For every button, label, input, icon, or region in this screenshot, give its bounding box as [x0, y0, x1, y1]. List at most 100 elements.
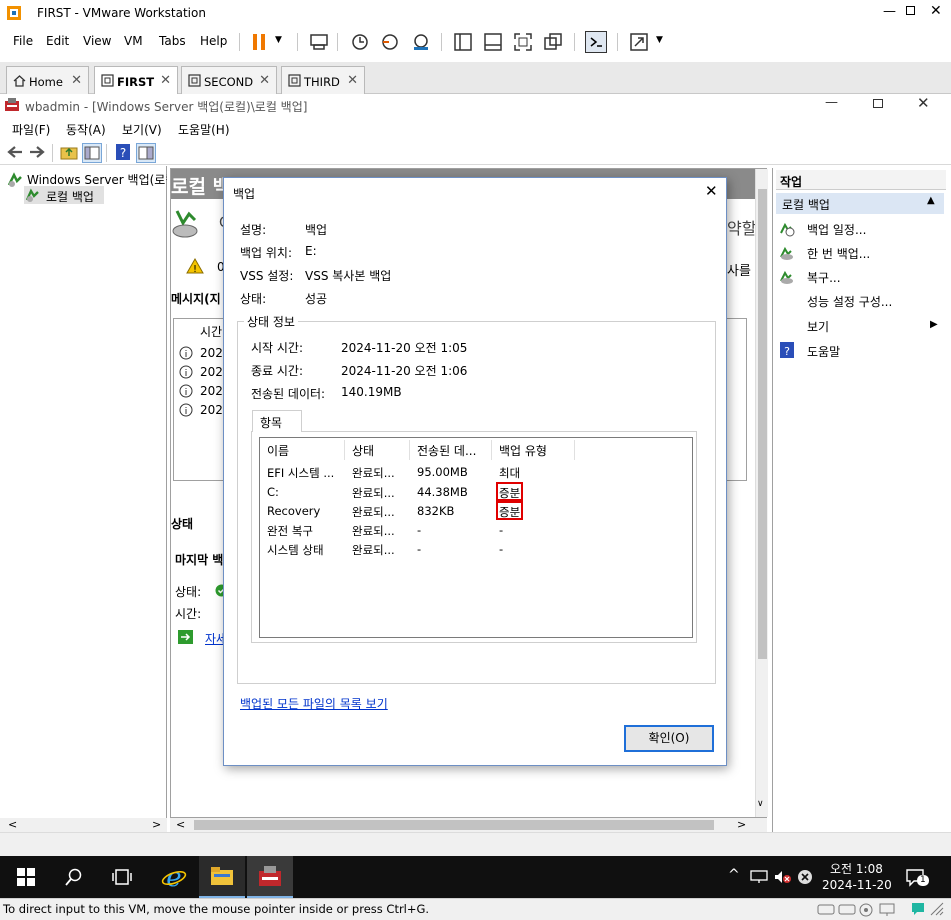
hdd-device-icon[interactable] [838, 903, 856, 916]
pause-icon[interactable] [250, 31, 272, 53]
column-backup-type[interactable]: 백업 유형 [499, 442, 547, 459]
scroll-right-icon[interactable]: > [737, 818, 746, 831]
console-tree: Windows Server 백업(로컬) 로컬 백업 [0, 166, 167, 818]
action-center-icon[interactable]: 1 [905, 867, 929, 887]
menu-edit[interactable]: Edit [46, 34, 69, 48]
internet-explorer-icon[interactable]: e [161, 864, 187, 890]
network-device-icon[interactable] [878, 903, 896, 916]
volume-muted-icon[interactable] [774, 870, 792, 884]
tree-horizontal-scrollbar[interactable]: < > [0, 818, 167, 832]
menu-help-kr[interactable]: 도움말(H) [178, 121, 230, 138]
minimize-icon[interactable]: — [883, 4, 896, 19]
clock-date[interactable]: 2024-11-20 [822, 878, 892, 892]
taskbar-file-explorer[interactable] [199, 856, 245, 898]
hdd-device-icon[interactable] [817, 903, 835, 916]
menu-help[interactable]: Help [200, 34, 227, 48]
action-recover[interactable]: 복구... [807, 269, 841, 286]
restore-icon[interactable] [873, 99, 883, 108]
action-backup-once[interactable]: 한 번 백업... [807, 245, 870, 262]
send-ctrl-alt-del-icon[interactable] [308, 31, 330, 53]
up-folder-icon[interactable] [60, 143, 78, 161]
cd-device-icon[interactable] [859, 903, 873, 917]
search-icon[interactable] [65, 868, 83, 886]
stretch-icon[interactable] [628, 31, 650, 53]
collapse-up-icon[interactable]: ▲ [927, 195, 935, 206]
tab-third[interactable]: THIRD ✕ [281, 66, 365, 94]
tab-close-icon[interactable]: ✕ [160, 73, 171, 88]
tab-home[interactable]: Home ✕ [6, 66, 89, 94]
taskbar-wbadmin[interactable] [247, 856, 293, 898]
forward-arrow-icon[interactable] [28, 144, 46, 160]
tab-second[interactable]: SECOND ✕ [181, 66, 277, 94]
task-view-icon[interactable] [112, 868, 132, 886]
tab-close-icon[interactable]: ✕ [259, 73, 270, 88]
tab-close-icon[interactable]: ✕ [347, 73, 358, 88]
unity-icon[interactable] [542, 31, 564, 53]
menu-file[interactable]: File [13, 34, 33, 48]
menu-action-kr[interactable]: 동작(A) [66, 121, 106, 138]
network-icon[interactable] [750, 870, 768, 884]
menu-tabs[interactable]: Tabs [159, 34, 186, 48]
maximize-icon[interactable] [906, 6, 915, 15]
svg-text:?: ? [784, 345, 790, 358]
action-view[interactable]: 보기 [807, 318, 829, 335]
row-name[interactable]: 완전 복구 [267, 523, 313, 539]
back-arrow-icon[interactable] [6, 144, 24, 160]
menu-vm[interactable]: VM [124, 34, 143, 48]
notification-error-icon[interactable] [797, 869, 813, 885]
row-name[interactable]: 시스템 상태 [267, 542, 324, 558]
library-view-icon[interactable] [452, 31, 474, 53]
snapshot-icon[interactable] [349, 31, 371, 53]
show-hide-action-pane-icon[interactable] [136, 143, 156, 163]
help-icon[interactable]: ? [114, 143, 132, 161]
row-name[interactable]: EFI 시스템 ... [267, 465, 334, 481]
menu-file-kr[interactable]: 파일(F) [12, 121, 50, 138]
details-arrow-icon[interactable] [178, 630, 193, 644]
column-divider [409, 440, 410, 460]
submenu-arrow-icon[interactable]: ▶ [930, 319, 938, 330]
row-name[interactable]: Recovery [267, 504, 320, 518]
column-status[interactable]: 상태 [352, 442, 374, 459]
tab-first[interactable]: FIRST ✕ [94, 66, 178, 95]
snapshot-manager-icon[interactable] [410, 31, 432, 53]
tab-items[interactable]: 항목 [252, 410, 302, 432]
tab-close-icon[interactable]: ✕ [71, 73, 82, 88]
dialog-close-icon[interactable]: ✕ [705, 182, 718, 200]
scrollbar-thumb[interactable] [194, 820, 714, 830]
column-transferred[interactable]: 전송된 데... [417, 442, 476, 459]
results-vertical-scrollbar[interactable]: ∨ [755, 169, 768, 817]
chevron-down-icon[interactable]: ▼ [275, 35, 282, 45]
scroll-left-icon[interactable]: < [8, 818, 17, 831]
view-all-files-link[interactable]: 백업된 모든 파일의 목록 보기 [240, 695, 388, 712]
fullscreen-icon[interactable] [512, 31, 534, 53]
clock-time[interactable]: 오전 1:08 [830, 860, 883, 877]
message-log-icon[interactable] [910, 901, 926, 917]
console-view-icon[interactable] [585, 31, 607, 53]
toolbar-separator [239, 33, 240, 51]
close-icon[interactable]: ✕ [917, 94, 930, 112]
tree-item-local-backup[interactable]: 로컬 백업 [24, 186, 104, 204]
minimize-icon[interactable]: — [825, 95, 838, 110]
actions-section-local-backup[interactable]: 로컬 백업 ▲ [776, 193, 944, 214]
revert-snapshot-icon[interactable] [379, 31, 401, 53]
show-hide-tree-icon[interactable] [82, 143, 102, 163]
scroll-down-icon[interactable]: ∨ [757, 799, 764, 809]
windows-start-icon[interactable] [17, 868, 35, 886]
scrollbar-thumb[interactable] [758, 189, 767, 659]
menu-view[interactable]: View [83, 34, 111, 48]
row-name[interactable]: C: [267, 485, 279, 499]
results-horizontal-scrollbar[interactable]: < > [170, 818, 767, 832]
chevron-down-icon[interactable]: ▼ [656, 35, 663, 45]
close-icon[interactable]: ✕ [930, 3, 942, 19]
thumbnail-view-icon[interactable] [482, 31, 504, 53]
column-name[interactable]: 이름 [267, 442, 289, 459]
menu-view-kr[interactable]: 보기(V) [122, 121, 162, 138]
action-configure-performance[interactable]: 성능 설정 구성... [807, 293, 892, 310]
action-backup-schedule[interactable]: 백업 일정... [807, 221, 866, 238]
ok-button[interactable]: 확인(O) [624, 725, 714, 752]
more-devices-icon[interactable] [930, 902, 944, 916]
scroll-right-icon[interactable]: > [152, 818, 161, 831]
show-hidden-icons-icon[interactable]: ^ [728, 867, 740, 883]
scroll-left-icon[interactable]: < [176, 818, 185, 831]
action-help[interactable]: 도움말 [807, 343, 840, 360]
